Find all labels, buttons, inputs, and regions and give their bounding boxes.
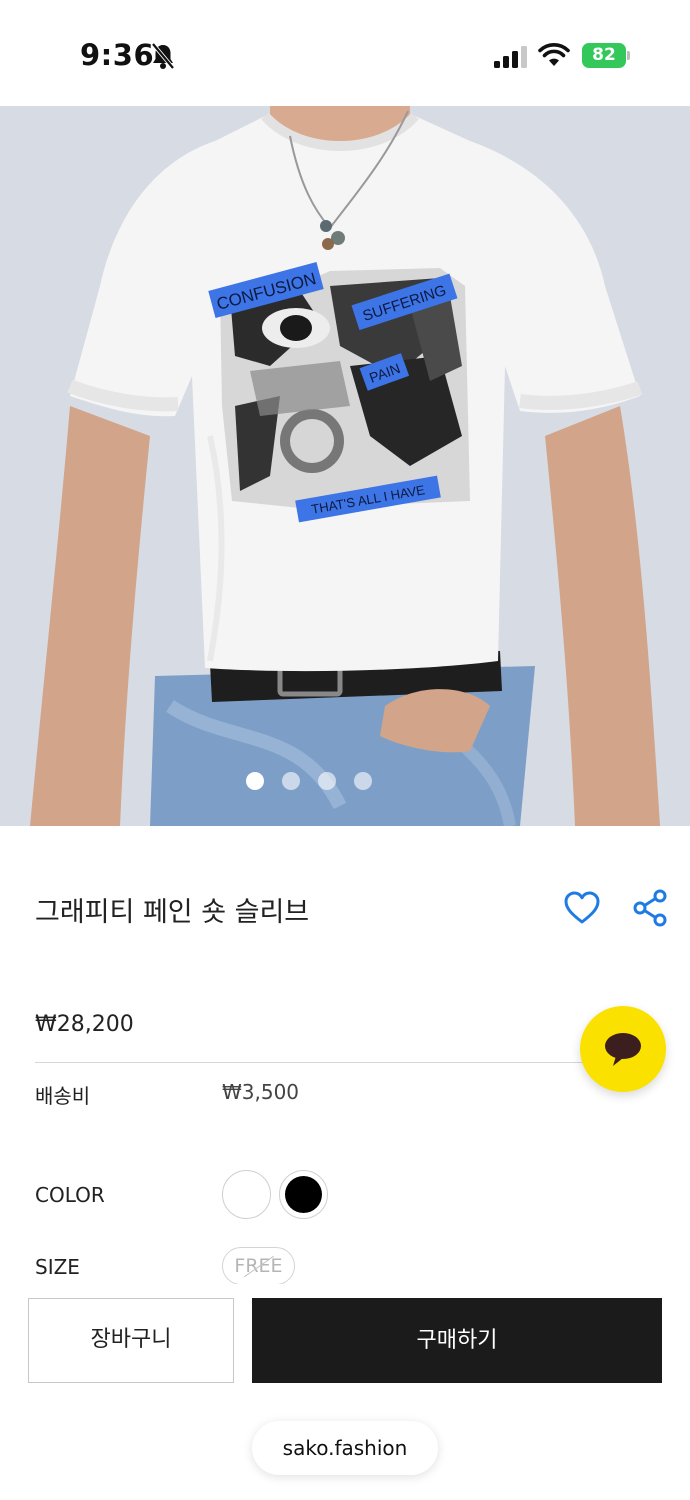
carousel-dot-1[interactable] xyxy=(246,772,264,790)
buy-now-button[interactable]: 구매하기 xyxy=(252,1298,662,1383)
product-title: 그래피티 페인 숏 슬리브 xyxy=(35,897,310,928)
wifi-icon xyxy=(538,43,570,66)
battery-level: 82 xyxy=(592,45,616,65)
site-url-pill[interactable]: sako.fashion xyxy=(252,1421,438,1475)
status-bar: 9:36 82 xyxy=(0,0,690,106)
bell-slash-icon xyxy=(151,42,175,70)
carousel-dot-2[interactable] xyxy=(282,772,300,790)
size-option-free[interactable]: FREE xyxy=(222,1247,295,1285)
color-swatch-white[interactable] xyxy=(222,1170,271,1219)
chat-bubble-icon xyxy=(605,1033,641,1066)
heart-icon[interactable] xyxy=(563,890,601,926)
product-image[interactable]: CONFUSION SUFFERING PAIN THAT'S ALL I HA… xyxy=(0,106,690,826)
carousel-dot-4[interactable] xyxy=(354,772,372,790)
tshirt-photo: CONFUSION SUFFERING PAIN THAT'S ALL I HA… xyxy=(0,106,690,826)
kakao-chat-button[interactable] xyxy=(580,1006,666,1092)
color-swatch-black-fill xyxy=(285,1176,322,1213)
size-label: SIZE xyxy=(35,1255,80,1279)
add-to-cart-button[interactable]: 장바구니 xyxy=(28,1298,234,1383)
carousel-dots xyxy=(0,772,654,792)
bottom-action-bar: 장바구니 구매하기 sako.fashion xyxy=(0,1284,690,1500)
shipping-label: 배송비 xyxy=(35,1084,91,1108)
share-icon[interactable] xyxy=(632,888,668,928)
carousel-dot-3[interactable] xyxy=(318,772,336,790)
status-time: 9:36 xyxy=(80,38,155,72)
color-label: COLOR xyxy=(35,1183,105,1207)
shipping-value: ₩3,500 xyxy=(222,1080,300,1104)
battery-charging-icon: 82 xyxy=(582,43,630,68)
divider xyxy=(35,1062,655,1063)
product-price: ₩28,200 xyxy=(35,1012,134,1037)
signal-icon xyxy=(494,46,527,68)
color-swatch-black[interactable] xyxy=(279,1170,328,1219)
battery-cap xyxy=(627,51,630,60)
